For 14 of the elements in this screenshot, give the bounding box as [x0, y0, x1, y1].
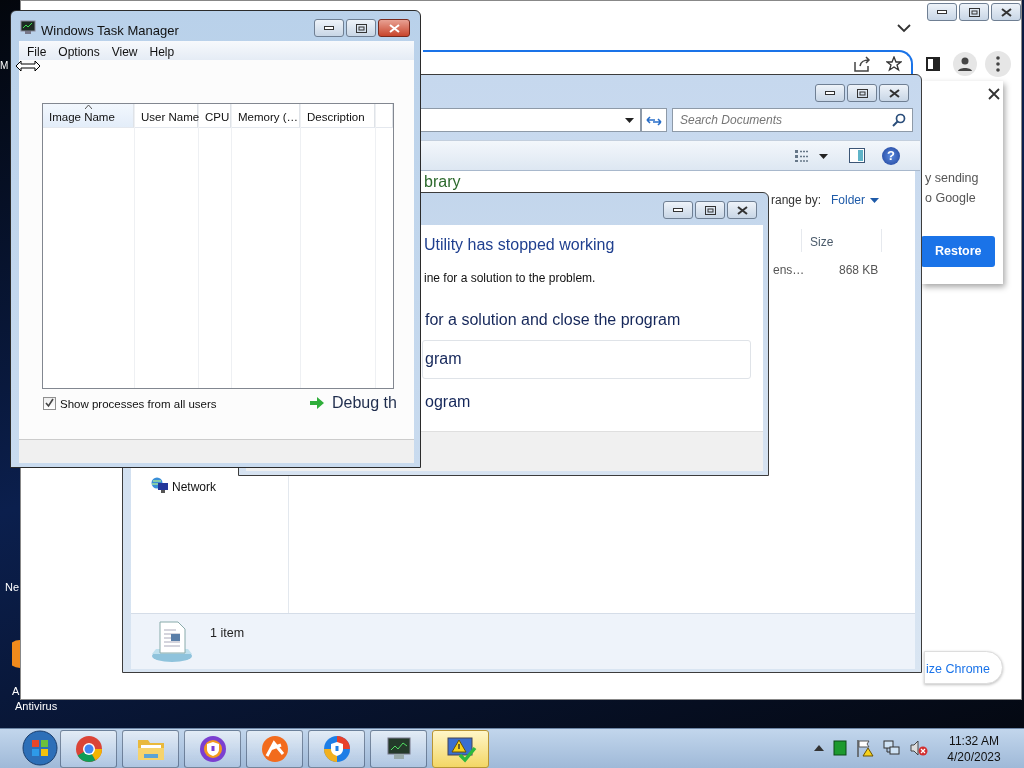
- window-title: Windows Task Manager: [41, 22, 179, 40]
- checkbox-label: Show processes from all users: [60, 397, 217, 412]
- item-count: 1 item: [210, 625, 245, 642]
- icon-label: Antivirus: [15, 699, 58, 714]
- dialog-message: ine for a solution to the problem.: [424, 270, 596, 287]
- file-size: 868 KB: [839, 262, 879, 279]
- popup-text: o Google: [925, 190, 976, 207]
- dialog-heading: Utility has stopped working: [424, 235, 615, 255]
- arrange-label: range by:: [771, 192, 822, 209]
- popup-text: y sending: [925, 170, 979, 187]
- icon-label: Ne: [5, 580, 20, 595]
- icon-label: M: [0, 59, 9, 73]
- icon-label: A: [12, 684, 20, 699]
- library-title: brary: [424, 172, 461, 191]
